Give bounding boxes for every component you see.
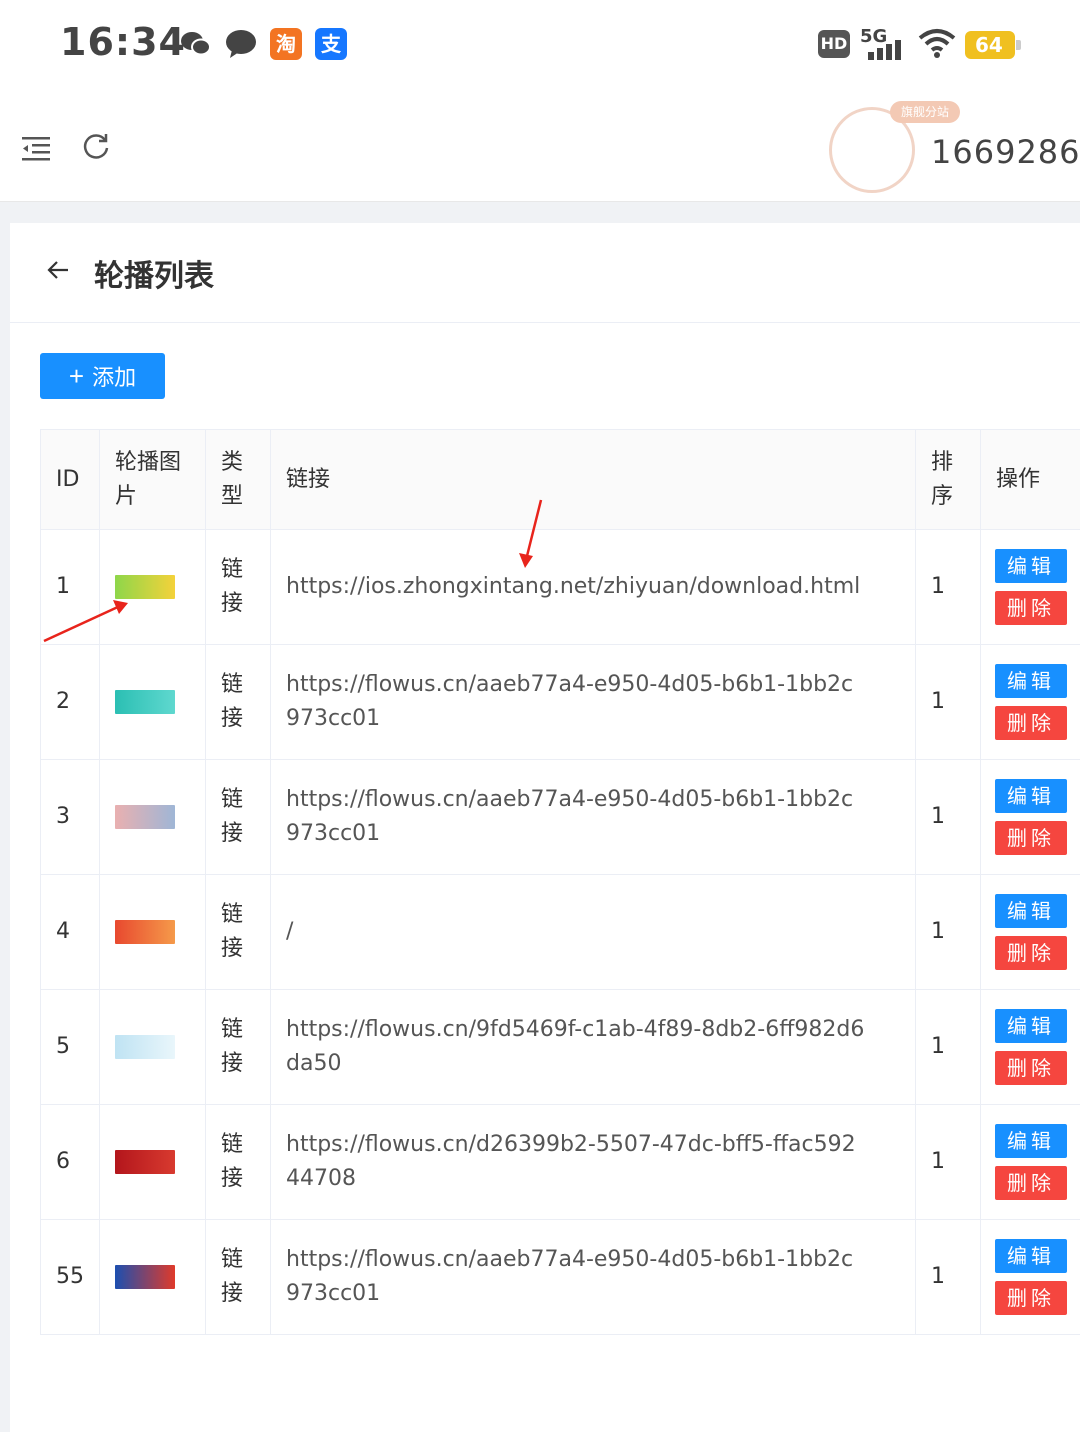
column-header: 排序 xyxy=(915,429,981,530)
row-thumbnail-cell xyxy=(99,1219,206,1335)
row-link: https://ios.zhongxintang.net/zhiyuan/dow… xyxy=(270,529,916,645)
row-type: 链接 xyxy=(205,759,271,875)
row-id: 1 xyxy=(40,529,100,645)
row-thumbnail-cell xyxy=(99,874,206,990)
plus-icon: + xyxy=(68,361,85,391)
delete-button[interactable]: 删除 xyxy=(995,936,1067,970)
table-row: 55 链接 https://flowus.cn/aaeb77a4-e950-4d05… xyxy=(40,1219,1080,1335)
page-title: 轮播列表 xyxy=(94,259,214,294)
carousel-table: ID 轮播图片 类型 链接 排序 操作 1 链接 https://ios.zhong… xyxy=(40,429,1080,1335)
delete-button[interactable]: 删除 xyxy=(995,821,1067,855)
table-row: 5 链接 https://flowus.cn/9fd5469f-c1ab-4f89-… xyxy=(40,989,1080,1105)
edit-button[interactable]: 编辑 xyxy=(995,664,1067,698)
battery-icon: 64 xyxy=(965,31,1021,59)
row-sort: 1 xyxy=(915,989,981,1105)
row-link: https://flowus.cn/aaeb77a4-e950-4d05-b6b… xyxy=(270,1219,916,1335)
row-id: 4 xyxy=(40,874,100,990)
status-bar: 16:34 淘 支 HD 5G 64 xyxy=(0,0,1080,90)
signal-icon xyxy=(868,40,901,60)
site-badge: 旗舰分站 xyxy=(890,101,960,123)
row-link: https://flowus.cn/9fd5469f-c1ab-4f89-8db… xyxy=(270,989,916,1105)
row-type: 链接 xyxy=(205,1219,271,1335)
row-thumbnail-cell xyxy=(99,529,206,645)
row-link: https://flowus.cn/aaeb77a4-e950-4d05-b6b… xyxy=(270,759,916,875)
page-header: 轮播列表 xyxy=(10,223,1080,323)
column-header: ID xyxy=(40,429,100,530)
row-id: 2 xyxy=(40,644,100,760)
alipay-icon: 支 xyxy=(315,28,347,60)
row-thumbnail-cell xyxy=(99,989,206,1105)
clock: 16:34 xyxy=(60,20,186,64)
edit-button[interactable]: 编辑 xyxy=(995,894,1067,928)
taobao-icon: 淘 xyxy=(270,28,302,60)
content-card: 轮播列表 + 添加 ID 轮播图片 类型 链接 排序 操作 1 链接 https://… xyxy=(10,223,1080,1432)
carousel-thumbnail[interactable] xyxy=(115,1265,175,1289)
row-actions: 编辑 删除 xyxy=(980,1219,1080,1335)
add-button[interactable]: + 添加 xyxy=(40,353,165,399)
edit-button[interactable]: 编辑 xyxy=(995,779,1067,813)
table-row: 3 链接 https://flowus.cn/aaeb77a4-e950-4d05-… xyxy=(40,759,1080,875)
row-sort: 1 xyxy=(915,529,981,645)
hd-icon: HD xyxy=(818,30,850,58)
row-link: https://flowus.cn/aaeb77a4-e950-4d05-b6b… xyxy=(270,644,916,760)
row-type: 链接 xyxy=(205,1104,271,1220)
edit-button[interactable]: 编辑 xyxy=(995,1009,1067,1043)
carousel-thumbnail[interactable] xyxy=(115,1035,175,1059)
row-thumbnail-cell xyxy=(99,759,206,875)
row-link: https://flowus.cn/d26399b2-5507-47dc-bff… xyxy=(270,1104,916,1220)
carousel-thumbnail[interactable] xyxy=(115,805,175,829)
column-header: 类型 xyxy=(205,429,271,530)
row-id: 6 xyxy=(40,1104,100,1220)
column-header: 链接 xyxy=(270,429,916,530)
row-sort: 1 xyxy=(915,1104,981,1220)
column-header: 操作 xyxy=(980,429,1080,530)
row-thumbnail-cell xyxy=(99,1104,206,1220)
row-sort: 1 xyxy=(915,759,981,875)
edit-button[interactable]: 编辑 xyxy=(995,549,1067,583)
delete-button[interactable]: 删除 xyxy=(995,591,1067,625)
row-actions: 编辑 删除 xyxy=(980,644,1080,760)
row-actions: 编辑 删除 xyxy=(980,529,1080,645)
row-sort: 1 xyxy=(915,874,981,990)
carousel-thumbnail[interactable] xyxy=(115,575,175,599)
carousel-thumbnail[interactable] xyxy=(115,690,175,714)
add-button-label: 添加 xyxy=(92,365,137,390)
delete-button[interactable]: 删除 xyxy=(995,1166,1067,1200)
column-header: 轮播图片 xyxy=(99,429,206,530)
menu-fold-icon[interactable] xyxy=(22,136,50,162)
row-actions: 编辑 删除 xyxy=(980,759,1080,875)
wechat-icon xyxy=(181,32,211,56)
carousel-thumbnail[interactable] xyxy=(115,1150,175,1174)
username[interactable]: 16692860 xyxy=(931,133,1080,171)
row-link: / xyxy=(270,874,916,990)
row-type: 链接 xyxy=(205,874,271,990)
row-sort: 1 xyxy=(915,644,981,760)
table-row: 2 链接 https://flowus.cn/aaeb77a4-e950-4d05-… xyxy=(40,644,1080,760)
message-icon xyxy=(226,30,256,58)
row-id: 3 xyxy=(40,759,100,875)
table-row: 6 链接 https://flowus.cn/d26399b2-5507-47dc-… xyxy=(40,1104,1080,1220)
table-row: 4 链接/1 编辑 删除 xyxy=(40,874,1080,990)
row-id: 55 xyxy=(40,1219,100,1335)
row-thumbnail-cell xyxy=(99,644,206,760)
delete-button[interactable]: 删除 xyxy=(995,1051,1067,1085)
table-header-row: ID 轮播图片 类型 链接 排序 操作 xyxy=(40,429,1080,530)
delete-button[interactable]: 删除 xyxy=(995,706,1067,740)
row-actions: 编辑 删除 xyxy=(980,989,1080,1105)
edit-button[interactable]: 编辑 xyxy=(995,1124,1067,1158)
row-actions: 编辑 删除 xyxy=(980,874,1080,990)
table-row: 1 链接 https://ios.zhongxintang.net/zhiyuan/… xyxy=(40,529,1080,645)
carousel-thumbnail[interactable] xyxy=(115,920,175,944)
row-type: 链接 xyxy=(205,644,271,760)
row-type: 链接 xyxy=(205,529,271,645)
wifi-icon xyxy=(918,29,956,58)
row-id: 5 xyxy=(40,989,100,1105)
row-sort: 1 xyxy=(915,1219,981,1335)
edit-button[interactable]: 编辑 xyxy=(995,1239,1067,1273)
back-arrow-icon[interactable] xyxy=(46,258,70,282)
delete-button[interactable]: 删除 xyxy=(995,1281,1067,1315)
row-type: 链接 xyxy=(205,989,271,1105)
refresh-icon[interactable] xyxy=(82,132,110,160)
row-actions: 编辑 删除 xyxy=(980,1104,1080,1220)
